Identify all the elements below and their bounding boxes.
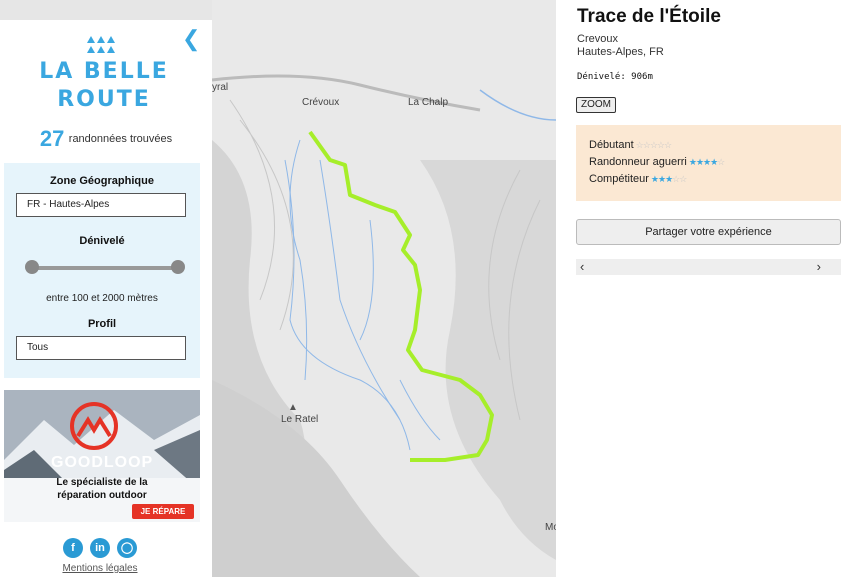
star-rating-icon[interactable]: ★★★☆☆ xyxy=(651,174,687,184)
level-label: Randonneur aguerri xyxy=(589,156,687,168)
ad-button[interactable]: JE RÉPARE xyxy=(132,504,194,519)
results-label: randonnées trouvées xyxy=(68,133,173,145)
results-count: 27 randonnées trouvées xyxy=(0,126,212,152)
social-links: f in ◯ xyxy=(60,538,140,558)
slider-min-handle[interactable] xyxy=(25,260,39,274)
share-button[interactable]: Partager votre expérience xyxy=(576,219,841,245)
star-rating-icon[interactable]: ☆☆☆☆☆ xyxy=(636,140,672,150)
level-label: Compétiteur xyxy=(589,173,649,185)
linkedin-icon[interactable]: in xyxy=(90,538,110,558)
range-text: entre 100 et 2000 mètres xyxy=(46,293,158,304)
logo[interactable]: LA BELLE ROUTE xyxy=(24,58,184,114)
slider-max-handle[interactable] xyxy=(171,260,185,274)
zone-select[interactable]: FR - Hautes-Alpes xyxy=(16,193,186,217)
chevron-right-icon[interactable]: › xyxy=(817,259,821,275)
level-row: Débutant ☆☆☆☆☆ xyxy=(589,139,672,151)
chevron-left-icon[interactable]: ‹ xyxy=(580,259,584,275)
levels-box: Débutant ☆☆☆☆☆ Randonneur aguerri ★★★★☆ Co… xyxy=(576,125,841,201)
legal-link[interactable]: Mentions légales xyxy=(0,563,200,574)
trail-title: Trace de l'Étoile xyxy=(577,6,721,27)
profil-select[interactable]: Tous xyxy=(16,336,186,360)
ad-line-1: Le spécialiste de la xyxy=(56,477,148,488)
level-row: Randonneur aguerri ★★★★☆ xyxy=(589,156,725,168)
logo-line-1: LA BELLE xyxy=(39,59,169,84)
ad-banner[interactable]: GOODLOOP Le spécialiste de la réparation… xyxy=(4,390,200,522)
zone-label: Zone Géographique xyxy=(50,175,154,187)
logo-mountains-icon xyxy=(87,36,115,53)
ad-line-2: réparation outdoor xyxy=(57,490,147,501)
instagram-icon[interactable]: ◯ xyxy=(117,538,137,558)
star-rating-icon[interactable]: ★★★★☆ xyxy=(689,157,725,167)
trail-detail-panel: Trace de l'Étoile Crevoux Hautes-Alpes, … xyxy=(556,0,841,577)
logo-line-2: ROUTE xyxy=(57,87,151,112)
chevron-left-icon[interactable]: ❮ xyxy=(182,28,200,50)
filters-panel: Zone Géographique FR - Hautes-Alpes Déni… xyxy=(4,163,200,378)
sidebar: LA BELLE ROUTE ❮ 27 randonnées trouvées … xyxy=(0,20,212,577)
facebook-icon[interactable]: f xyxy=(63,538,83,558)
ad-brand: GOODLOOP xyxy=(51,454,154,471)
trail-region: Hautes-Alpes, FR xyxy=(577,46,664,58)
denivele-slider[interactable] xyxy=(31,266,178,270)
photo-carousel: ‹ › xyxy=(576,259,841,275)
zoom-button[interactable]: ZOOM xyxy=(576,97,616,113)
trail-city: Crevoux xyxy=(577,33,618,45)
profil-label: Profil xyxy=(87,318,117,330)
level-label: Débutant xyxy=(589,139,634,151)
trail-denivele: Dénivelé: 906m xyxy=(577,72,653,82)
level-row: Compétiteur ★★★☆☆ xyxy=(589,173,687,185)
denivele-label: Dénivelé xyxy=(79,235,125,247)
results-number: 27 xyxy=(39,126,65,151)
